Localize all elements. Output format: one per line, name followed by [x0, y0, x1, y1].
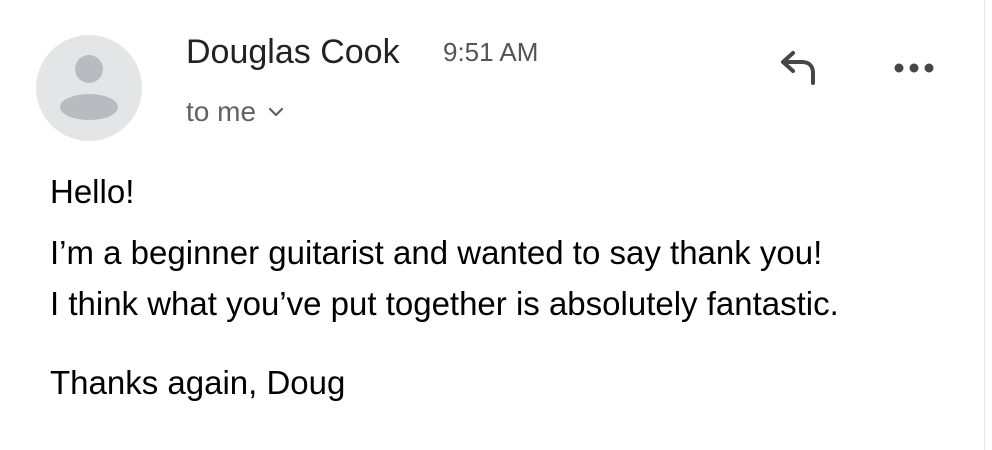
pane-divider — [984, 0, 985, 450]
recipient-details-toggle[interactable]: to me — [186, 94, 284, 130]
person-avatar-icon — [60, 55, 118, 120]
reply-button[interactable] — [770, 42, 830, 92]
more-options-button[interactable] — [884, 48, 944, 88]
message-line-2: I think what you’ve put together is abso… — [50, 285, 839, 322]
chevron-down-icon — [268, 107, 284, 117]
sender-avatar[interactable] — [36, 35, 142, 141]
more-options-icon — [894, 63, 934, 73]
reply-icon — [781, 51, 815, 85]
message-greeting: Hello! — [50, 173, 135, 210]
sender-name: Douglas Cook — [186, 33, 400, 71]
recipient-label: to me — [186, 96, 257, 127]
message-signoff: Thanks again, Doug — [50, 364, 346, 401]
message-line-1: I’m a beginner guitarist and wanted to s… — [50, 234, 823, 271]
message-time: 9:51 AM — [443, 37, 539, 67]
